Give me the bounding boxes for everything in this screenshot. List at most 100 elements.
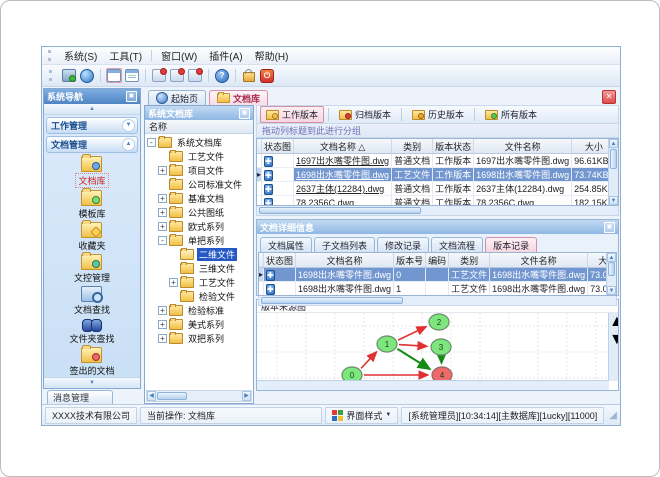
tree-node-项目文件[interactable]: + 项目文件 [145,163,253,177]
tree-node-二维文件[interactable]: 二维文件 [145,247,253,261]
collapse-icon[interactable]: - [147,137,156,147]
button-历史版本[interactable]: 历史版本 [406,106,470,123]
window-button[interactable] [106,68,122,83]
tab-文档库[interactable]: 文档库 [209,90,269,105]
toolbar-grip[interactable] [49,70,56,81]
button-工作版本[interactable]: 工作版本 [260,106,325,123]
tree-node-三维文件[interactable]: 三维文件 [145,261,253,275]
expand-icon[interactable]: + [158,333,167,343]
tree-node-基准文档[interactable]: + 基准文档 [145,191,253,205]
scroll-thumb[interactable] [261,297,403,304]
collapse-icon[interactable]: - [158,235,167,245]
expand-icon[interactable]: + [169,277,178,287]
column-header-文件名称[interactable]: 文件名称 [473,139,573,154]
detail-tab-版本记录[interactable]: 版本记录 [485,237,538,252]
tree-node-工艺文件[interactable]: + 工艺文件 [145,275,253,289]
column-header-版本号[interactable]: 版本号 [393,253,427,268]
pin-icon[interactable]: ▣ [604,221,615,233]
document-name-link[interactable]: 78 2356C.dwg [296,198,354,206]
sidebar-panel-work[interactable]: 工作管理 ▼ [46,117,138,134]
menubar-grip[interactable] [48,50,55,61]
column-header-编码[interactable]: 编码 [425,253,450,268]
version-grid-hscrollbar[interactable] [258,296,617,306]
expand-icon[interactable]: + [158,319,167,329]
sidebar-item-文控管理[interactable]: 文控管理 [72,252,112,285]
document-name-link[interactable]: 2637主体(12284).dwg [296,184,384,194]
mail-delete-button[interactable] [187,68,203,83]
mail-open-button[interactable] [169,68,185,83]
scroll-up-icon[interactable]: ▲ [609,139,618,148]
tree-node-双把系列[interactable]: + 双把系列 [145,331,253,345]
menu-item-1[interactable]: 系统(S) [58,48,103,63]
column-header-版本状态[interactable]: 版本状态 [432,139,475,154]
tree-node-工艺文件[interactable]: 工艺文件 [145,149,253,163]
graph-vscrollbar[interactable]: ▲ ▼ [608,313,618,381]
expand-icon[interactable]: + [158,193,167,203]
tree-node-系统文档库[interactable]: - 系统文档库 [145,135,253,149]
scroll-down-icon[interactable]: ▼ [607,286,616,295]
table-row[interactable]: ✚ 78 2356C.dwg 普通文档 工作版本 78 2356C.dwg 182.15K… [257,195,618,206]
detail-tab-文档属性[interactable]: 文档属性 [260,237,313,252]
document-name-link[interactable]: 1698出水嘴零件图.dwg [296,170,389,180]
tree-column-header[interactable]: 名称 [145,120,253,134]
table-row[interactable]: ✚ 2637主体(12284).dwg 普通文档 工作版本 2637主体(12284).… [257,181,618,196]
version-grid-vscrollbar[interactable]: ▲ ▼ [606,253,616,295]
sidebar-item-模板库[interactable]: 模板库 [76,188,107,221]
detail-tab-文档流程[interactable]: 文档流程 [431,237,484,252]
scroll-left-icon[interactable]: ◀ [147,391,156,401]
scroll-right-icon[interactable]: ▶ [242,391,251,401]
display-button[interactable] [61,68,77,83]
power-button[interactable]: ⏻ [259,68,275,83]
tree-node-检验文件[interactable]: 检验文件 [145,289,253,303]
tab-message-management[interactable]: 消息管理 [47,390,113,404]
documents-grid-hscrollbar[interactable] [256,206,619,216]
pin-icon[interactable]: ▣ [239,107,250,119]
menu-item-3[interactable]: 窗口(W) [155,48,203,63]
expand-icon[interactable]: + [158,305,167,315]
scroll-thumb[interactable] [608,262,615,276]
tree-node-公共图纸[interactable]: + 公共图纸 [145,205,253,219]
document-name-link[interactable]: 1697出水嘴零件图.dwg [296,156,389,166]
sidebar-item-收藏夹[interactable]: 收藏夹 [76,220,107,253]
tree-node-公司标准文件[interactable]: 公司标准文件 [145,177,253,191]
column-header-类别[interactable]: 类别 [448,253,491,268]
column-header-文档名称[interactable]: 文档名称 △ [293,139,393,154]
column-header-状态图[interactable]: 状态图 [261,139,295,154]
lock-button[interactable] [241,68,257,83]
expand-icon[interactable]: + [158,207,167,217]
detail-tab-子文档列表[interactable]: 子文档列表 [314,237,376,252]
sidebar-item-签出的文档[interactable]: 签出的文档 [67,345,116,377]
help-button[interactable]: ? [214,68,230,83]
menu-item-5[interactable]: 帮助(H) [249,48,295,63]
button-归档版本[interactable]: 归档版本 [333,106,397,123]
resize-grip-icon[interactable]: ◢ [609,410,617,421]
window-list-button[interactable] [124,68,140,83]
table-row[interactable]: ▸✚1698出水嘴零件图.dwg0工艺文件1698出水嘴零件图.dwg73.00… [259,267,616,282]
sidebar-item-文件夹查找[interactable]: 文件夹查找 [67,317,116,346]
scroll-up-icon[interactable]: ▲ [609,313,618,330]
sidebar-item-文档查找[interactable]: 文档查找 [72,285,112,317]
expand-icon[interactable]: + [158,221,167,231]
sidebar-scrolldown-strip[interactable]: ▼ [44,377,140,388]
close-icon[interactable]: ✕ [602,90,616,104]
scroll-down-icon[interactable]: ▼ [609,331,618,348]
scroll-down-icon[interactable]: ▼ [609,196,618,205]
tree-node-检验标准[interactable]: + 检验标准 [145,303,253,317]
documents-grid-vscrollbar[interactable]: ▲ ▼ [608,139,618,205]
interface-style-button[interactable]: 界面样式 ▼ [325,406,399,424]
tree-hscrollbar[interactable]: ◀ ▶ [146,390,252,402]
pin-icon[interactable]: ▣ [126,91,137,102]
table-row[interactable]: ▸ ✚ 1698出水嘴零件图.dwg 工艺文件 工作版本 1698出水嘴零件图.dwg 73… [257,167,618,182]
column-header-状态图[interactable]: 状态图 [263,253,297,268]
tree-node-美式系列[interactable]: + 美式系列 [145,317,253,331]
tree-node-欧式系列[interactable]: + 欧式系列 [145,219,253,233]
table-row[interactable]: ✚1698出水嘴零件图.dwg1工艺文件1698出水嘴零件图.dwg73.00K… [259,281,616,295]
column-header-类别[interactable]: 类别 [391,139,434,154]
scroll-thumb[interactable] [157,392,187,400]
mail-new-button[interactable] [151,68,167,83]
sidebar-collapse-strip[interactable]: ▲ [44,104,140,115]
chevron-down-icon[interactable]: ▼ [122,119,135,132]
menu-item-2[interactable]: 工具(T) [103,48,148,63]
sidebar-panel-doc[interactable]: 文档管理 ▲ [46,136,138,153]
scroll-thumb[interactable] [610,149,617,169]
